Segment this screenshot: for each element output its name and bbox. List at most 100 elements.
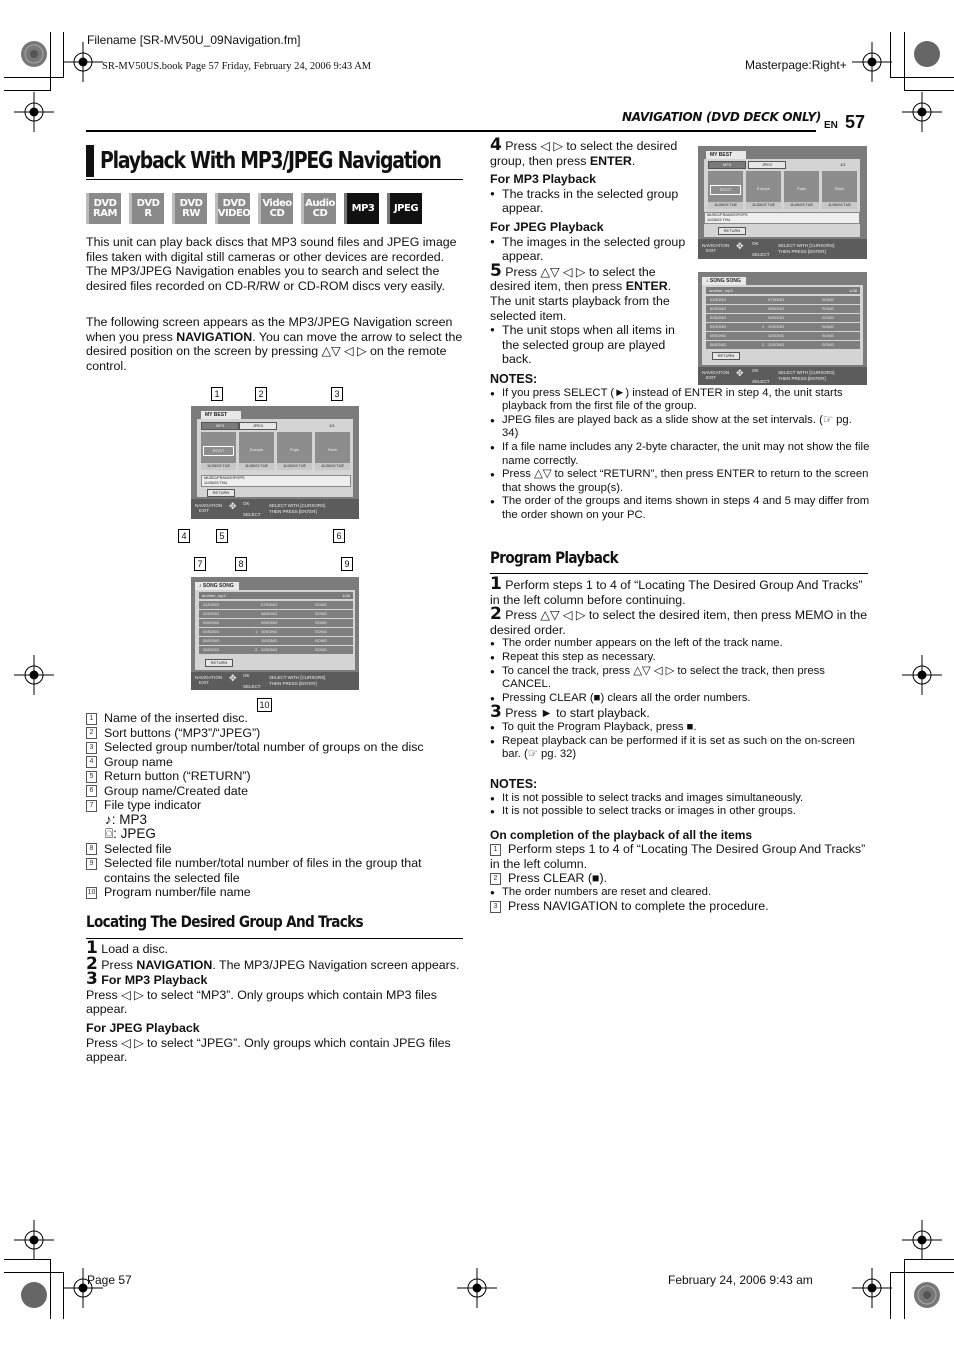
intro-paragraph-1: This unit can play back discs that MP3 s… <box>86 235 457 293</box>
legend-item: 4 Group name <box>86 755 466 770</box>
track-row[interactable]: 01SONG 07SONG SONG <box>199 601 353 609</box>
group-tile[interactable]: ROOT 11/26/03 TUE <box>201 432 236 470</box>
crosshair-icon <box>63 42 121 82</box>
disc-badges: DVD RAM DVD R DVD RW DVD VIDEO Video CD Audio CD MP3… <box>86 193 422 224</box>
program-step-2: 2 Press △▽ ◁ ▷ to select the desired ite… <box>490 604 868 637</box>
crosshair-icon <box>832 1268 892 1308</box>
bullet-item: If you press SELECT (►) instead of ENTER… <box>490 387 870 414</box>
callout-5: 5 <box>216 529 228 543</box>
track-name: 05SONG <box>710 333 727 338</box>
badge-line: DVD <box>136 197 160 209</box>
track-row[interactable]: 05SONG 11SONG SONG <box>706 332 860 340</box>
sort-mp3-button[interactable]: MP3 <box>708 161 746 169</box>
return-button[interactable]: RETURN <box>205 659 233 667</box>
sort-mp3-button[interactable]: MP3 <box>201 422 239 430</box>
track-name: SONG <box>822 342 834 347</box>
group-tile[interactable]: Europe 11/26/03 TUE <box>746 171 781 209</box>
program-number: 2 <box>762 342 765 347</box>
crop-line <box>4 1259 51 1260</box>
crop-line <box>904 1259 905 1319</box>
track-row[interactable]: 05SONG 11SONG SONG <box>199 637 353 645</box>
return-button[interactable]: RETURN <box>207 489 235 497</box>
disc-badge: Video CD <box>258 193 293 224</box>
legend-text: Selected file number/total number of fil… <box>104 856 422 885</box>
group-info-box: MUSIC/FRANCE/POPS 11/26/03 THU <box>704 212 860 224</box>
track-name: 10SONG <box>261 629 278 634</box>
legend-number: 3 <box>86 741 97 754</box>
track-row[interactable]: 02SONG 08SONG SONG <box>199 610 353 618</box>
nav-help-bar: NAVIGATION EXIT ✥ OK SELECT SELECT WITH … <box>191 499 359 519</box>
header-rule <box>86 130 816 132</box>
page-number: 57 <box>845 112 866 132</box>
sort-jpeg-button[interactable]: JPEG <box>239 422 277 430</box>
registration-mark-icon <box>14 34 54 74</box>
file-name-bar: another_mp3 1/48 <box>706 287 860 294</box>
track-name: 12SONG <box>768 342 785 347</box>
group-tile[interactable]: Pops 11/26/03 TUE <box>784 171 819 209</box>
bullet-item: It is not possible to select tracks or i… <box>490 805 870 819</box>
dpad-icon: ✥ <box>229 501 237 511</box>
track-row[interactable]: 06SONG 2 12SONG SONG <box>706 341 860 349</box>
group-date: 11/26/03 TUE <box>746 202 781 209</box>
bullet-item: Repeat this step as necessary. <box>490 651 870 665</box>
track-name: 11SONG <box>261 638 277 643</box>
legend-number: 7 <box>86 799 97 812</box>
legend-item: 8 Selected file <box>86 842 466 857</box>
legend-item: ♪: MP3 <box>86 812 466 828</box>
file-name-bar: another_mp3 1/48 <box>199 592 353 599</box>
track-name: SONG <box>822 324 834 329</box>
program-number: 1 <box>762 324 765 329</box>
legend-text: Group name/Created date <box>104 783 248 798</box>
legend-text: Selected file <box>104 841 172 856</box>
track-name: 04SONG <box>203 629 220 634</box>
legend-text: Sort buttons (“MP3”/“JPEG”) <box>104 725 261 740</box>
crop-line <box>904 90 954 91</box>
track-name: 01SONG <box>710 297 727 302</box>
program-steps: 1 Perform steps 1 to 4 of “Locating The … <box>490 576 870 762</box>
legend-number: 9 <box>86 857 97 870</box>
track-name: 12SONG <box>261 647 278 652</box>
return-button[interactable]: RETURN <box>718 227 746 235</box>
title-rule <box>86 179 463 180</box>
program-rule <box>490 573 868 574</box>
dpad-icon: ✥ <box>736 241 744 251</box>
track-row[interactable]: 03SONG 09SONG SONG <box>199 619 353 627</box>
badge-line: CD <box>269 207 285 219</box>
group-title-tab: ♪ SONG SONG <box>195 582 239 590</box>
bullet-item: The order number appears on the left of … <box>490 637 870 651</box>
group-tile[interactable]: ROOT 11/26/03 TUE <box>708 171 743 209</box>
legend-item: ⌼: JPEG <box>86 826 466 842</box>
track-row[interactable]: 06SONG 2 12SONG SONG <box>199 646 353 654</box>
group-date: 11/26/03 TUE <box>315 463 350 470</box>
track-row[interactable]: 03SONG 09SONG SONG <box>706 314 860 322</box>
disc-badge: DVD VIDEO <box>215 193 251 224</box>
filename-label: Filename [SR-MV50U_09Navigation.fm] <box>87 33 301 47</box>
sort-jpeg-button[interactable]: JPEG <box>748 161 786 169</box>
track-row[interactable]: 02SONG 08SONG SONG <box>706 305 860 313</box>
badge-line: VIDEO <box>217 207 251 219</box>
track-row[interactable]: 04SONG 1 10SONG SONG <box>706 323 860 331</box>
group-tile[interactable]: Pops 11/26/03 TUE <box>277 432 312 470</box>
group-date: 11/26/03 TUE <box>784 202 819 209</box>
track-name: 03SONG <box>203 620 220 625</box>
crop-line <box>904 32 905 91</box>
crosshair-icon <box>14 1220 54 1260</box>
legend-text: Return button (“RETURN”) <box>104 769 251 783</box>
group-date: 11/26/03 TUE <box>277 463 312 470</box>
legend-text: Program number/file name <box>104 885 251 899</box>
notes-2: NOTES: It is not possible to select trac… <box>490 777 870 914</box>
badge-line: Video <box>262 197 292 209</box>
callout-8: 8 <box>235 557 247 571</box>
group-name: Europe <box>250 447 263 452</box>
group-tile[interactable]: Rock 11/26/03 TUE <box>315 432 350 470</box>
track-name: 02SONG <box>710 306 727 311</box>
bullet-item: Press △▽ to select “RETURN”, then press … <box>490 468 870 495</box>
group-tile[interactable]: Europe 11/26/03 TUE <box>239 432 274 470</box>
group-name: ROOT <box>710 185 741 195</box>
return-button[interactable]: RETURN <box>712 352 740 360</box>
track-row[interactable]: 01SONG 07SONG SONG <box>706 296 860 304</box>
bullet-item: JPEG files are played back as a slide sh… <box>490 414 870 441</box>
track-row[interactable]: 04SONG 1 10SONG SONG <box>199 628 353 636</box>
group-tile[interactable]: Rock 11/26/03 TUE <box>822 171 857 209</box>
callout-2: 2 <box>255 387 267 401</box>
